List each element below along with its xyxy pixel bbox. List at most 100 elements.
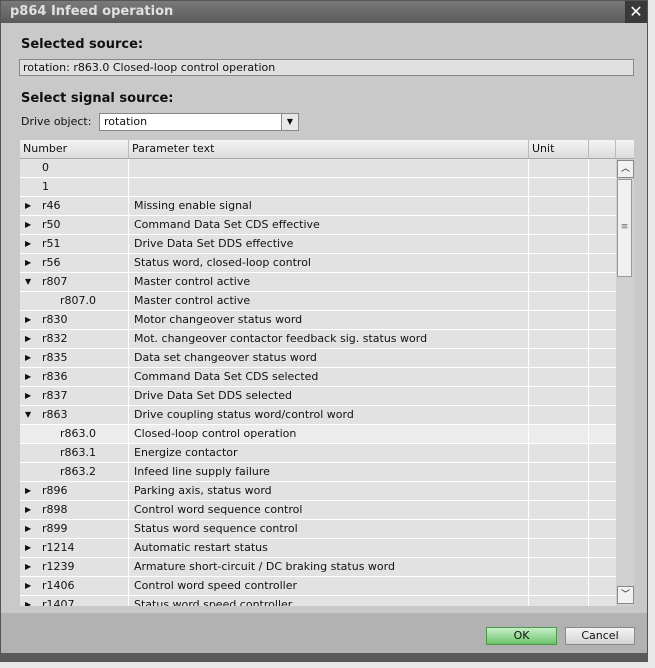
row-unit	[529, 520, 589, 538]
row-unit	[529, 254, 589, 272]
row-number-text: r807.0	[60, 294, 97, 307]
row-number-text: r863.2	[60, 465, 97, 478]
table-row[interactable]: ▶ r835 Data set changeover status word	[20, 349, 616, 368]
collapsed-icon[interactable]: ▶	[25, 596, 31, 606]
row-number-text: r863.0	[60, 427, 97, 440]
row-unit	[529, 425, 589, 443]
row-number-text: r46	[42, 199, 61, 212]
row-unit	[529, 311, 589, 329]
table-row[interactable]: ▶ r898 Control word sequence control	[20, 501, 616, 520]
row-number: ▶ r1214	[20, 539, 129, 557]
chevron-down-icon[interactable]: ▼	[281, 114, 298, 130]
table-row[interactable]: ▶ r46 Missing enable signal	[20, 197, 616, 216]
row-parameter-text: Master control active	[129, 292, 529, 310]
ok-button[interactable]: OK	[486, 627, 557, 645]
row-number-text: r807	[42, 275, 68, 288]
table-row[interactable]: r863.2 Infeed line supply failure	[20, 463, 616, 482]
row-number-text: r830	[42, 313, 68, 326]
row-number: ▶ r896	[20, 482, 129, 500]
table-row[interactable]: r863.0 Closed-loop control operation	[20, 425, 616, 444]
collapsed-icon[interactable]: ▶	[25, 254, 31, 272]
collapsed-icon[interactable]: ▶	[25, 520, 31, 538]
column-unit[interactable]: Unit	[529, 140, 589, 158]
expanded-icon[interactable]: ▼	[25, 406, 31, 424]
table-row[interactable]: ▶ r837 Drive Data Set DDS selected	[20, 387, 616, 406]
column-extra	[589, 140, 616, 158]
table-row[interactable]: r807.0 Master control active	[20, 292, 616, 311]
column-parameter-text[interactable]: Parameter text	[129, 140, 529, 158]
row-number: ▶ r830	[20, 311, 129, 329]
drive-object-select[interactable]: rotation ▼	[99, 113, 299, 131]
row-number-text: r898	[42, 503, 68, 516]
close-icon[interactable]: ✕	[625, 1, 647, 23]
row-number-text: r51	[42, 237, 61, 250]
row-number-text: r896	[42, 484, 68, 497]
table-row[interactable]: ▶ r56 Status word, closed-loop control	[20, 254, 616, 273]
row-number: 0	[20, 159, 129, 177]
table-row[interactable]: 0	[20, 159, 616, 178]
row-number-text: 1	[42, 180, 49, 193]
row-unit	[529, 235, 589, 253]
row-unit	[529, 273, 589, 291]
row-parameter-text: Drive Data Set DDS selected	[129, 387, 529, 405]
column-number[interactable]: Number	[20, 140, 129, 158]
collapsed-icon[interactable]: ▶	[25, 387, 31, 405]
row-number-text: r835	[42, 351, 68, 364]
row-unit	[529, 482, 589, 500]
table-row[interactable]: ▶ r1214 Automatic restart status	[20, 539, 616, 558]
table-row[interactable]: ▶ r832 Mot. changeover contactor feedback …	[20, 330, 616, 349]
table-row[interactable]: r863.1 Energize contactor	[20, 444, 616, 463]
table-row[interactable]: 1	[20, 178, 616, 197]
row-number-text: r1214	[42, 541, 75, 554]
row-unit	[529, 330, 589, 348]
row-number: ▼ r863	[20, 406, 129, 424]
collapsed-icon[interactable]: ▶	[25, 577, 31, 595]
expanded-icon[interactable]: ▼	[25, 273, 31, 291]
collapsed-icon[interactable]: ▶	[25, 501, 31, 519]
drive-object-value: rotation	[104, 115, 148, 128]
table-row[interactable]: ▶ r50 Command Data Set CDS effective	[20, 216, 616, 235]
vertical-scrollbar[interactable]: ︿ ≡ ﹀	[616, 159, 634, 606]
collapsed-icon[interactable]: ▶	[25, 197, 31, 215]
row-parameter-text: Energize contactor	[129, 444, 529, 462]
table-row[interactable]: ▼ r807 Master control active	[20, 273, 616, 292]
row-unit	[529, 539, 589, 557]
table-row[interactable]: ▶ r51 Drive Data Set DDS effective	[20, 235, 616, 254]
collapsed-icon[interactable]: ▶	[25, 330, 31, 348]
row-number: r863.1	[20, 444, 129, 462]
collapsed-icon[interactable]: ▶	[25, 216, 31, 234]
row-number: ▶ r899	[20, 520, 129, 538]
table-body: 0 1 ▶ r46 Missing enable signal ▶ r50 Command D…	[20, 159, 616, 606]
table-row[interactable]: ▶ r1407 Status word speed controller	[20, 596, 616, 606]
table-row[interactable]: ▼ r863 Drive coupling status word/control …	[20, 406, 616, 425]
table-row[interactable]: ▶ r899 Status word sequence control	[20, 520, 616, 539]
collapsed-icon[interactable]: ▶	[25, 235, 31, 253]
row-unit	[529, 349, 589, 367]
table-row[interactable]: ▶ r830 Motor changeover status word	[20, 311, 616, 330]
row-parameter-text: Motor changeover status word	[129, 311, 529, 329]
row-number-text: r832	[42, 332, 68, 345]
collapsed-icon[interactable]: ▶	[25, 368, 31, 386]
scroll-up-icon[interactable]: ︿	[617, 160, 634, 178]
table-row[interactable]: ▶ r836 Command Data Set CDS selected	[20, 368, 616, 387]
collapsed-icon[interactable]: ▶	[25, 349, 31, 367]
signal-source-heading: Select signal source:	[21, 91, 174, 106]
collapsed-icon[interactable]: ▶	[25, 539, 31, 557]
row-parameter-text: Drive coupling status word/control word	[129, 406, 529, 424]
collapsed-icon[interactable]: ▶	[25, 482, 31, 500]
row-parameter-text	[129, 159, 529, 177]
table-row[interactable]: ▶ r896 Parking axis, status word	[20, 482, 616, 501]
row-unit	[529, 216, 589, 234]
scroll-down-icon[interactable]: ﹀	[617, 586, 634, 604]
cancel-button[interactable]: Cancel	[565, 627, 635, 645]
table-row[interactable]: ▶ r1239 Armature short-circuit / DC brakin…	[20, 558, 616, 577]
table-row[interactable]: ▶ r1406 Control word speed controller	[20, 577, 616, 596]
collapsed-icon[interactable]: ▶	[25, 311, 31, 329]
row-number: ▶ r1407	[20, 596, 129, 606]
scrollbar-thumb[interactable]: ≡	[617, 179, 632, 277]
row-number: ▶ r898	[20, 501, 129, 519]
row-unit	[529, 197, 589, 215]
collapsed-icon[interactable]: ▶	[25, 558, 31, 576]
row-unit	[529, 596, 589, 606]
row-number-text: r836	[42, 370, 68, 383]
